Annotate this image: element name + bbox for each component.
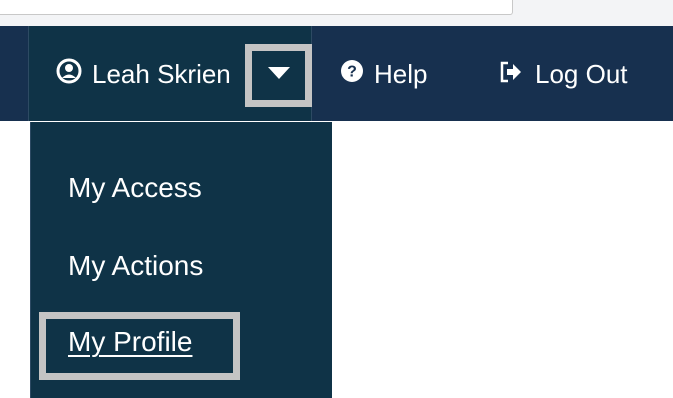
menu-item-my-access[interactable]: My Access: [68, 172, 202, 204]
menu-item-my-actions[interactable]: My Actions: [68, 250, 203, 282]
sign-out-icon: [499, 59, 523, 90]
top-field[interactable]: [0, 0, 513, 15]
caret-down-icon: [266, 65, 292, 86]
menu-item-my-profile[interactable]: My Profile: [68, 326, 192, 358]
page-top-strip: [0, 0, 673, 26]
user-menu-trigger[interactable]: Leah Skrien: [56, 56, 231, 92]
help-link[interactable]: ? Help: [340, 56, 427, 92]
page: Leah Skrien ? Help Log Out My Access My …: [0, 0, 673, 398]
user-name: Leah Skrien: [92, 58, 231, 89]
help-label: Help: [374, 58, 428, 89]
user-dropdown-toggle[interactable]: [245, 44, 312, 107]
question-circle-icon: ?: [340, 59, 364, 90]
user-circle-icon: [56, 58, 82, 91]
svg-text:?: ?: [347, 63, 357, 80]
logout-label: Log Out: [535, 58, 628, 89]
logout-link[interactable]: Log Out: [499, 56, 628, 92]
